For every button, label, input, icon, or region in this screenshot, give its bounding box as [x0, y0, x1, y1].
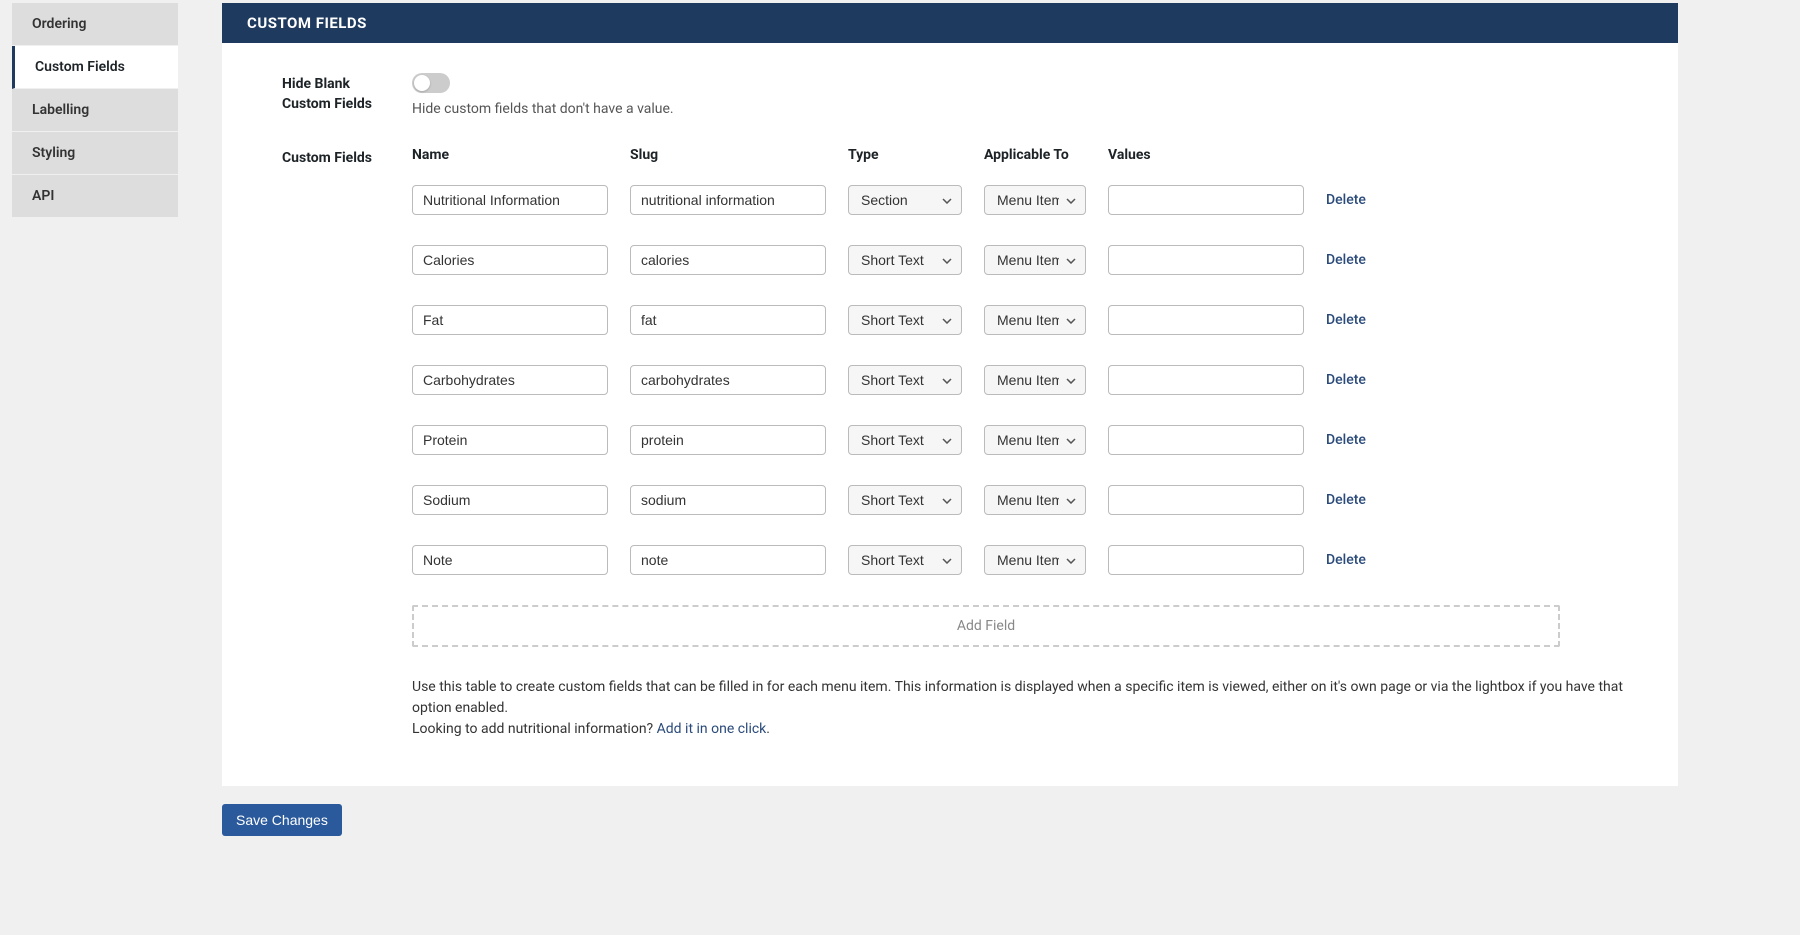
help-text-line1: Use this table to create custom fields t… [412, 677, 1640, 719]
hide-blank-description: Hide custom fields that don't have a val… [412, 101, 1640, 117]
custom-fields-panel: CUSTOM FIELDS Hide Blank Custom Fields H… [222, 3, 1678, 786]
field-slug-input[interactable] [630, 305, 826, 335]
field-values-input[interactable] [1108, 425, 1304, 455]
sidebar-item-api[interactable]: API [12, 175, 178, 218]
main-content: CUSTOM FIELDS Hide Blank Custom Fields H… [222, 3, 1678, 836]
field-applicable-select[interactable]: Menu Item [984, 185, 1086, 215]
hide-blank-label: Hide Blank Custom Fields [282, 73, 372, 114]
field-row: Short Text Menu Item Delete [412, 545, 1640, 575]
field-applicable-select[interactable]: Menu Item [984, 485, 1086, 515]
field-name-input[interactable] [412, 545, 608, 575]
field-row: Short Text Menu Item Delete [412, 245, 1640, 275]
field-slug-input[interactable] [630, 485, 826, 515]
field-values-input[interactable] [1108, 545, 1304, 575]
field-name-input[interactable] [412, 185, 608, 215]
delete-field-link[interactable]: Delete [1326, 192, 1366, 208]
field-type-select[interactable]: Short Text [848, 245, 962, 275]
help-text: Use this table to create custom fields t… [412, 677, 1640, 740]
field-values-input[interactable] [1108, 185, 1304, 215]
field-name-input[interactable] [412, 425, 608, 455]
field-values-input[interactable] [1108, 485, 1304, 515]
field-type-select[interactable]: Section [848, 185, 962, 215]
sidebar-item-styling[interactable]: Styling [12, 132, 178, 175]
column-type: Type [848, 147, 962, 163]
field-values-input[interactable] [1108, 245, 1304, 275]
field-slug-input[interactable] [630, 365, 826, 395]
custom-fields-label: Custom Fields [282, 147, 372, 169]
field-slug-input[interactable] [630, 245, 826, 275]
field-applicable-select[interactable]: Menu Item [984, 365, 1086, 395]
field-row: Short Text Menu Item Delete [412, 365, 1640, 395]
field-type-select[interactable]: Short Text [848, 545, 962, 575]
field-applicable-select[interactable]: Menu Item [984, 425, 1086, 455]
field-row: Short Text Menu Item Delete [412, 485, 1640, 515]
field-slug-input[interactable] [630, 185, 826, 215]
field-row: Section Menu Item Delete [412, 185, 1640, 215]
column-name: Name [412, 147, 608, 163]
add-nutritional-link[interactable]: Add it in one click [657, 721, 767, 737]
toggle-knob [414, 75, 430, 91]
column-applicable-to: Applicable To [984, 147, 1086, 163]
sidebar-item-custom-fields[interactable]: Custom Fields [12, 46, 178, 89]
field-name-input[interactable] [412, 365, 608, 395]
field-name-input[interactable] [412, 485, 608, 515]
delete-field-link[interactable]: Delete [1326, 432, 1366, 448]
field-applicable-select[interactable]: Menu Item [984, 245, 1086, 275]
field-type-select[interactable]: Short Text [848, 425, 962, 455]
add-field-button[interactable]: Add Field [412, 605, 1560, 647]
help-text-line2: Looking to add nutritional information? [412, 721, 657, 737]
field-row: Short Text Menu Item Delete [412, 425, 1640, 455]
panel-title: CUSTOM FIELDS [222, 3, 1678, 43]
delete-field-link[interactable]: Delete [1326, 252, 1366, 268]
field-applicable-select[interactable]: Menu Item [984, 545, 1086, 575]
delete-field-link[interactable]: Delete [1326, 492, 1366, 508]
field-values-input[interactable] [1108, 305, 1304, 335]
delete-field-link[interactable]: Delete [1326, 372, 1366, 388]
field-type-select[interactable]: Short Text [848, 365, 962, 395]
column-values: Values [1108, 147, 1304, 163]
field-name-input[interactable] [412, 305, 608, 335]
field-slug-input[interactable] [630, 545, 826, 575]
field-type-select[interactable]: Short Text [848, 485, 962, 515]
hide-blank-toggle[interactable] [412, 73, 450, 93]
field-slug-input[interactable] [630, 425, 826, 455]
sidebar-item-labelling[interactable]: Labelling [12, 89, 178, 132]
field-type-select[interactable]: Short Text [848, 305, 962, 335]
field-name-input[interactable] [412, 245, 608, 275]
field-applicable-select[interactable]: Menu Item [984, 305, 1086, 335]
sidebar-item-ordering[interactable]: Ordering [12, 3, 178, 46]
help-period: . [766, 721, 770, 737]
delete-field-link[interactable]: Delete [1326, 312, 1366, 328]
fields-header: Name Slug Type Applicable To Values [412, 147, 1640, 163]
save-changes-button[interactable]: Save Changes [222, 804, 342, 836]
column-slug: Slug [630, 147, 826, 163]
field-values-input[interactable] [1108, 365, 1304, 395]
delete-field-link[interactable]: Delete [1326, 552, 1366, 568]
sidebar: Ordering Custom Fields Labelling Styling… [12, 3, 178, 836]
field-row: Short Text Menu Item Delete [412, 305, 1640, 335]
